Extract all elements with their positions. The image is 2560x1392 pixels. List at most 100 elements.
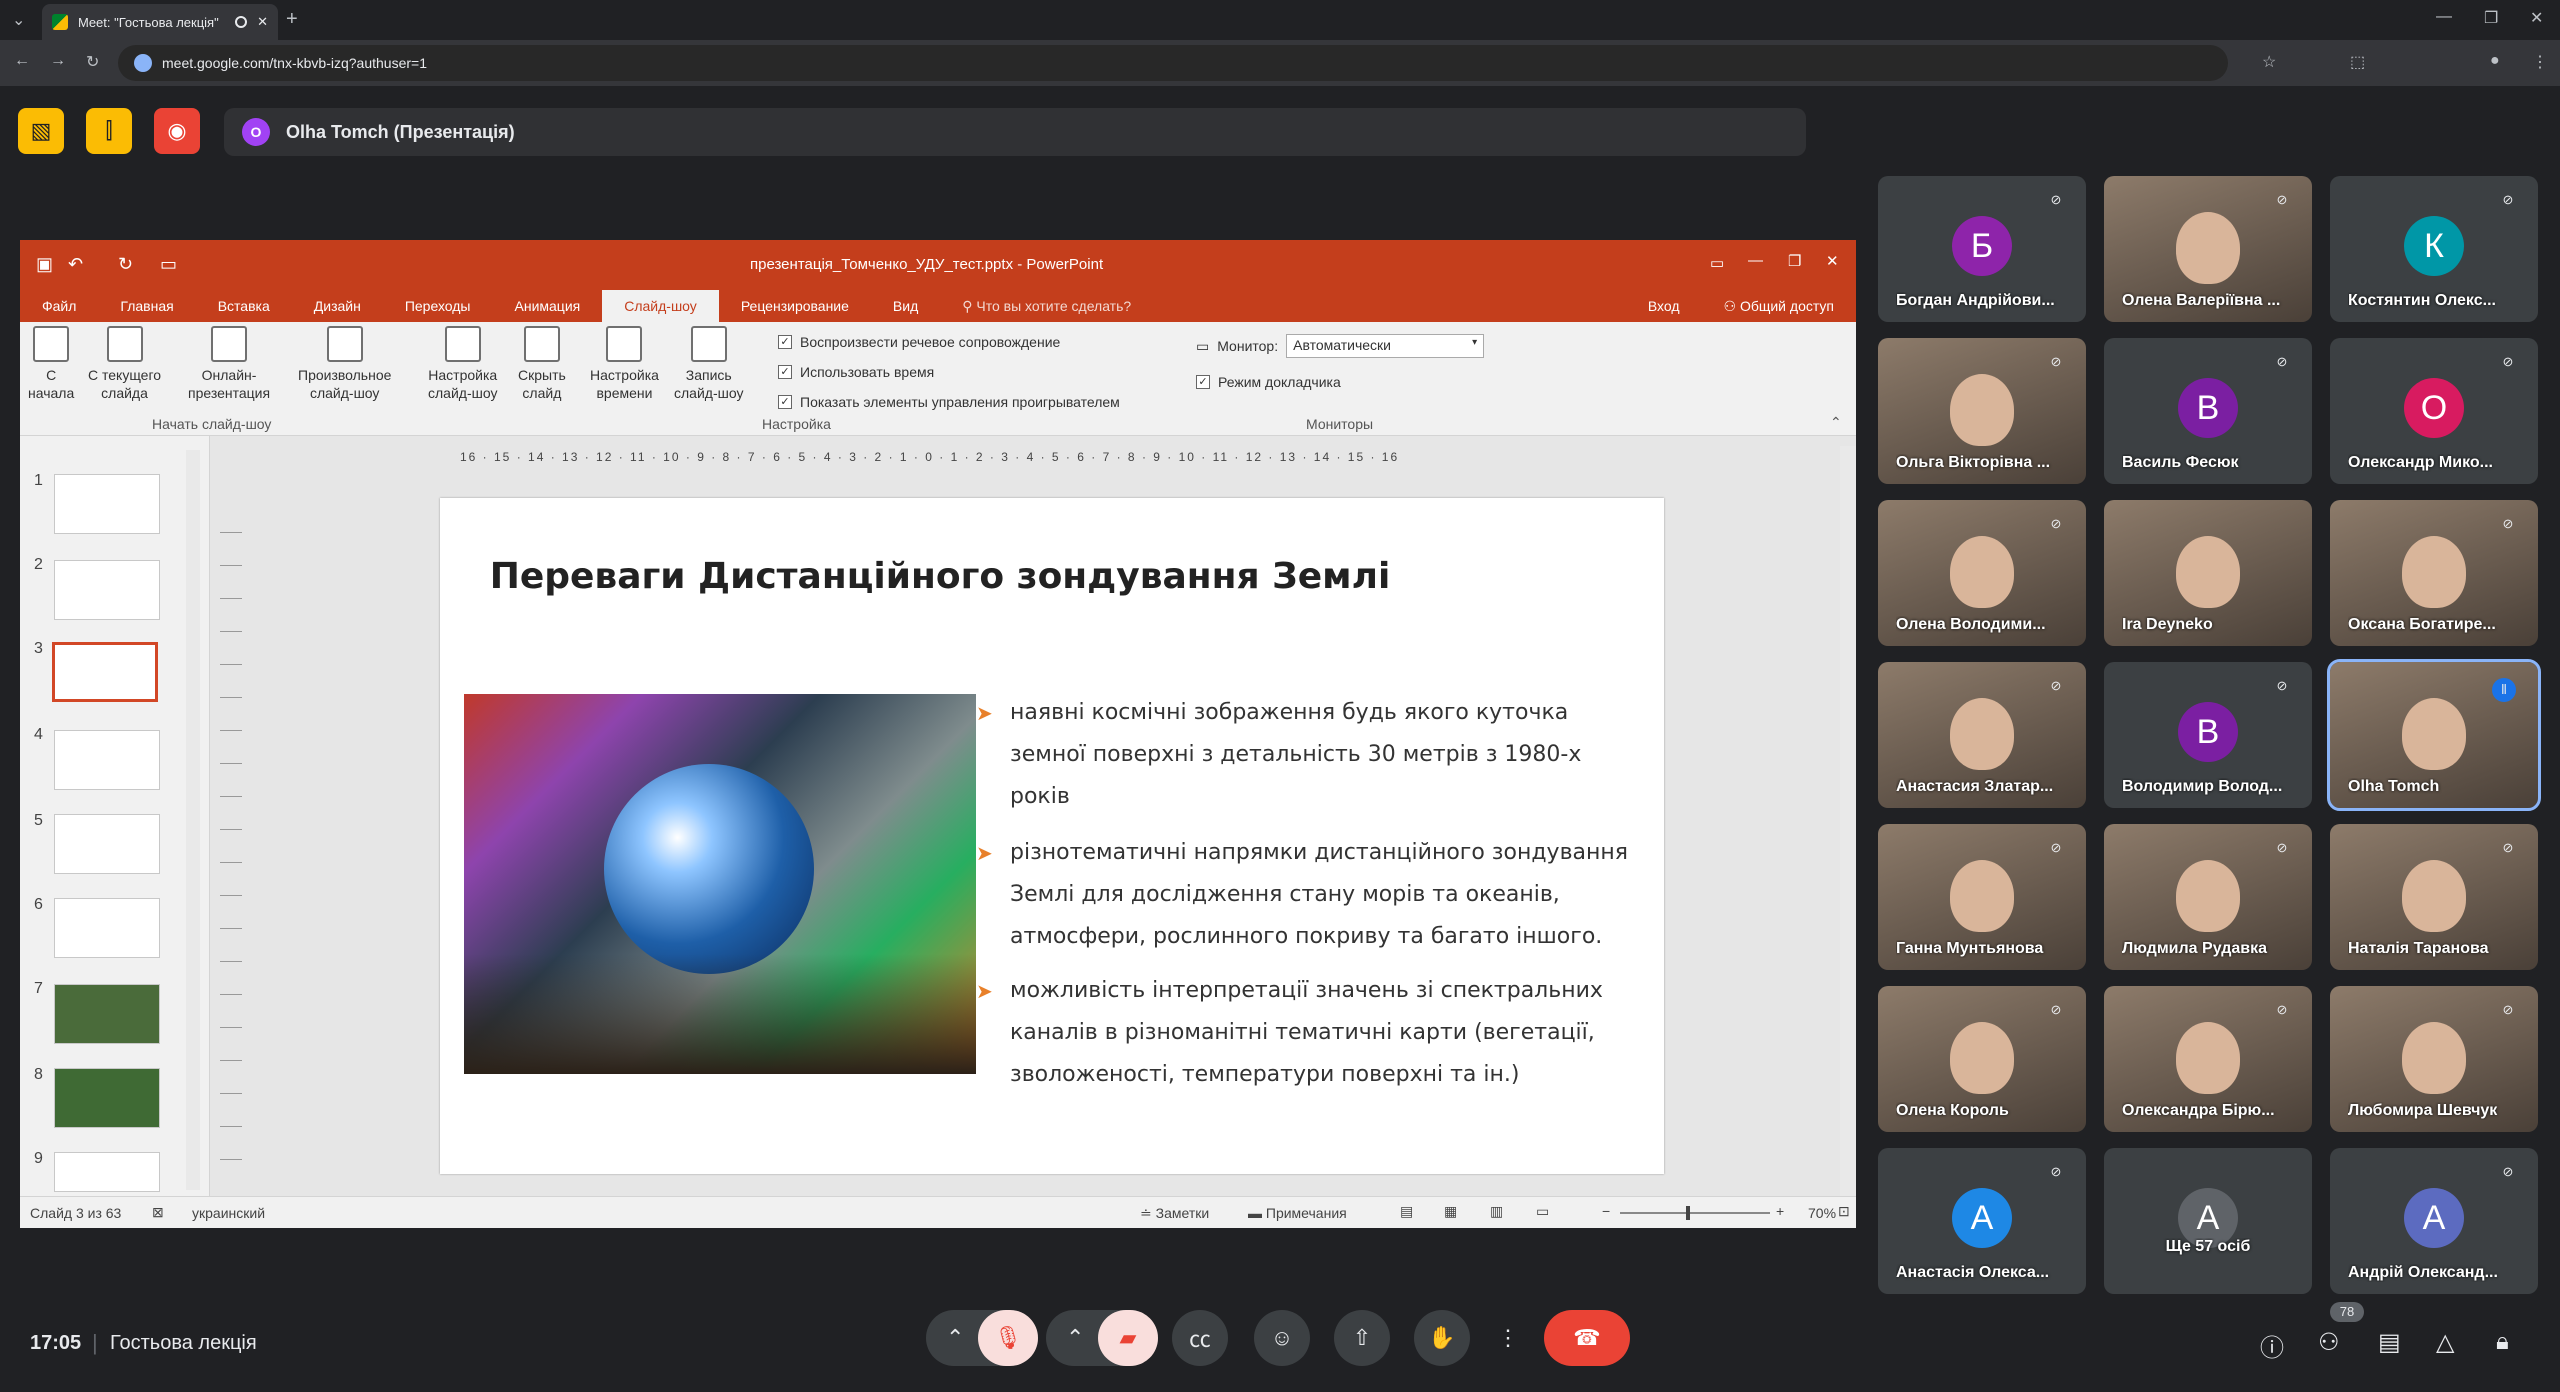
custom-slideshow-button[interactable]: Произвольное слайд-шоу [298,326,391,402]
media-controls-checkbox[interactable]: ✓ Показать элементы управления проигрыва… [778,388,1120,416]
thumbs-scrollbar[interactable] [186,450,200,1190]
tell-me-box[interactable]: ⚲ Что вы хотите сделать? [940,290,1153,322]
ribbon-display-icon[interactable]: ▭ [1710,254,1724,272]
sorter-view-icon[interactable]: ▦ [1444,1203,1457,1220]
slide-thumbnail[interactable] [54,1152,160,1192]
slide-thumbnail[interactable] [54,474,160,534]
tab-insert[interactable]: Вставка [196,290,292,322]
slide-thumbnail[interactable] [54,730,160,790]
participant-tile[interactable]: ⊘ Олена Король [1878,986,2086,1132]
bookmark-star-icon[interactable]: ☆ [2262,52,2276,72]
tab-design[interactable]: Дизайн [292,290,383,322]
reload-icon[interactable]: ↻ [86,52,99,72]
timings-checkbox[interactable]: ✓ Использовать время [778,358,934,386]
language-status[interactable]: украинский [192,1205,265,1221]
zoom-level[interactable]: 70% [1808,1205,1836,1221]
participant-tile[interactable]: Ira Deyneko [2104,500,2312,646]
participant-tile[interactable]: ⊘ Анастасия Златар... [1878,662,2086,808]
spellcheck-icon[interactable]: ⊠ [152,1204,164,1221]
fit-slide-icon[interactable]: ⊡ [1838,1203,1850,1220]
tab-home[interactable]: Главная [98,290,195,322]
site-info-icon[interactable] [134,54,152,72]
tab-search-icon[interactable]: ⌄ [12,10,25,30]
ppt-close-icon[interactable]: ✕ [1826,252,1839,270]
window-close-icon[interactable]: ✕ [2530,8,2543,28]
tab-review[interactable]: Рецензирование [719,290,871,322]
ppt-minimize-icon[interactable]: — [1748,252,1763,269]
slide-thumbnail-selected[interactable] [52,642,158,702]
zoom-slider[interactable] [1620,1212,1770,1214]
participant-tile[interactable]: ⊘ Олександра Бірю... [2104,986,2312,1132]
extensions-icon[interactable]: ⬚ [2350,52,2365,72]
activities-icon[interactable]: △ [2436,1328,2454,1357]
participant-tile[interactable]: В ⊘ Василь Фесюк [2104,338,2312,484]
from-current-button[interactable]: С текущего слайда [88,326,161,402]
participant-tile[interactable]: ⊘ Наталія Таранова [2330,824,2538,970]
participant-tile[interactable]: ⊘ Ольга Вікторівна ... [1878,338,2086,484]
no-video-icon[interactable]: ▧ [18,108,64,154]
slide-thumbnail[interactable] [54,1068,160,1128]
emoji-icon[interactable]: ☺ [1254,1310,1310,1366]
leave-call-icon[interactable]: ☎ [1544,1310,1630,1366]
captions-icon[interactable]: ㏄ [1172,1310,1228,1366]
slide-thumbnail[interactable] [54,898,160,958]
new-tab-icon[interactable]: + [286,8,298,31]
zoom-in-icon[interactable]: + [1776,1203,1784,1219]
participant-tile[interactable]: А ⊘ Анастасія Олекса... [1878,1148,2086,1294]
present-screen-icon[interactable]: ⇧ [1334,1310,1390,1366]
chat-icon[interactable]: ▤ [2378,1328,2401,1357]
collapse-ribbon-icon[interactable]: ⌃ [1830,414,1842,431]
current-slide[interactable]: Переваги Дистанційного зондування Землі … [440,498,1664,1174]
tab-animations[interactable]: Анимация [493,290,603,322]
undo-icon[interactable]: ↶ [68,254,83,275]
tab-slideshow[interactable]: Слайд-шоу [602,290,719,322]
tab-close-icon[interactable]: ✕ [257,14,268,30]
participant-tile[interactable]: А Ще 57 осіб [2104,1148,2312,1294]
presenter-view-checkbox[interactable]: ✓ Режим докладчика [1196,368,1341,396]
browser-menu-icon[interactable]: ⋮ [2532,52,2548,72]
from-start-quick-icon[interactable]: ▭ [160,254,177,275]
signin-link[interactable]: Вход [1626,290,1702,322]
participant-tile[interactable]: ⊘ Олена Валеріївна ... [2104,176,2312,322]
back-icon[interactable]: ← [14,52,30,70]
narration-checkbox[interactable]: ✓ Воспроизвести речевое сопровождение [778,328,1060,356]
rehearse-timings-button[interactable]: Настройка времени [590,326,659,402]
camera-off-icon[interactable]: ▰ [1098,1310,1158,1366]
people-icon[interactable]: ⚇ [2318,1328,2340,1357]
participant-tile[interactable]: О ⊘ Олександр Мико... [2330,338,2538,484]
profile-icon[interactable]: ● [2490,52,2500,70]
slide-thumbnail[interactable] [54,560,160,620]
slide-thumbnail[interactable] [54,814,160,874]
zoom-out-icon[interactable]: − [1602,1203,1610,1219]
participant-tile[interactable]: В ⊘ Володимир Волод... [2104,662,2312,808]
participant-tile[interactable]: К ⊘ Костянтин Олекс... [2330,176,2538,322]
mic-off-icon[interactable]: 🎙︎ [978,1310,1038,1366]
online-presentation-button[interactable]: Онлайн- презентация [188,326,270,402]
hide-slide-button[interactable]: Скрыть слайд [518,326,566,402]
share-button[interactable]: ⚇ Общий доступ [1701,290,1856,322]
zoom-slider-thumb[interactable] [1686,1206,1690,1220]
raise-hand-icon[interactable]: ✋ [1414,1310,1470,1366]
participant-tile[interactable]: ⊘ Олена Володими... [1878,500,2086,646]
forward-icon[interactable]: → [50,52,66,70]
minimize-icon[interactable]: — [2436,8,2452,26]
tab-view[interactable]: Вид [871,290,940,322]
companion-mode-icon[interactable]: ⫿ [86,108,132,154]
redo-icon[interactable]: ↻ [118,254,133,275]
notes-button[interactable]: ≐ Заметки [1140,1205,1209,1222]
monitor-select[interactable]: Автоматически ▾ [1286,334,1485,358]
participant-tile[interactable]: А ⊘ Андрій Олександ... [2330,1148,2538,1294]
editor-scrollbar[interactable] [1840,446,1856,1196]
host-controls-icon[interactable]: 🔒︎ [2496,1328,2509,1356]
recording-icon[interactable]: ◉ [154,108,200,154]
participant-tile[interactable]: ⊘ Людмила Рудавка [2104,824,2312,970]
browser-tab[interactable]: Meet: "Гостьова лекція" ✕ [42,4,278,40]
setup-slideshow-button[interactable]: Настройка слайд-шоу [428,326,497,402]
more-options-icon[interactable]: ⋮ [1488,1310,1528,1366]
reading-view-icon[interactable]: ▥ [1490,1203,1503,1220]
comments-button[interactable]: ▬ Примечания [1248,1205,1347,1221]
info-icon[interactable]: ⓘ [2260,1328,2284,1363]
tab-transitions[interactable]: Переходы [383,290,493,322]
address-bar[interactable]: meet.google.com/tnx-kbvb-izq?authuser=1 [118,45,2228,81]
participant-tile[interactable]: ⊘ Любомира Шевчук [2330,986,2538,1132]
